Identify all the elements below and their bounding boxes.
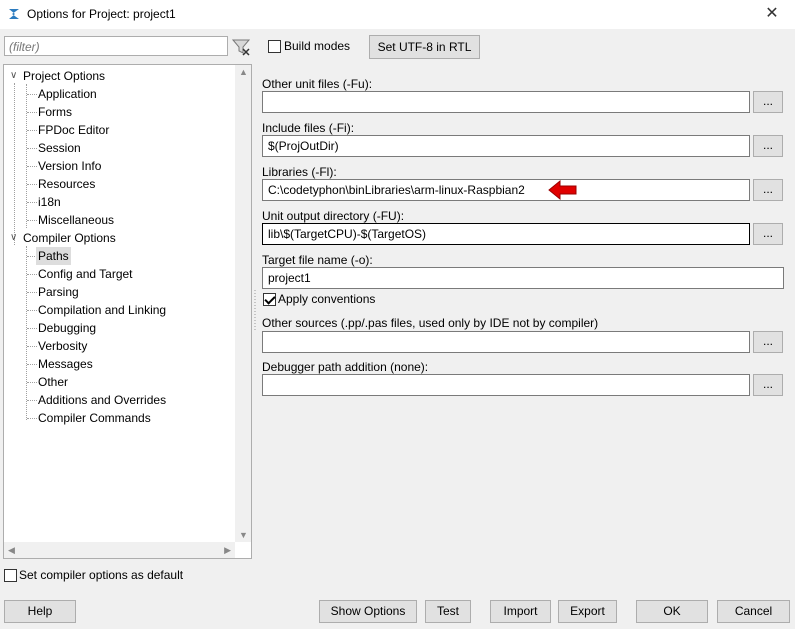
- tree-item-parsing[interactable]: Parsing: [38, 283, 79, 301]
- scroll-left-icon[interactable]: ◀: [8, 545, 15, 556]
- tree-connector: [27, 112, 37, 113]
- tree-connector: [27, 346, 37, 347]
- tree-item-additions-and-overrides[interactable]: Additions and Overrides: [38, 391, 166, 409]
- collapse-icon[interactable]: ∨: [10, 71, 19, 81]
- title-bar: Options for Project: project1 ✕: [0, 0, 795, 29]
- tree-item-miscellaneous[interactable]: Miscellaneous: [38, 211, 114, 229]
- ok-button[interactable]: OK: [636, 600, 708, 623]
- tree-vertical-scrollbar[interactable]: ▲ ▼: [235, 65, 251, 542]
- tree-connector: [27, 310, 37, 311]
- other-unit-files-label: Other unit files (-Fu):: [262, 77, 373, 91]
- unit-output-directory-browse-button[interactable]: ...: [753, 223, 783, 245]
- other-sources-label: Other sources (.pp/.pas files, used only…: [262, 316, 599, 330]
- debugger-path-field[interactable]: [262, 374, 750, 396]
- scroll-right-icon[interactable]: ▶: [224, 545, 231, 556]
- cancel-button[interactable]: Cancel: [717, 600, 790, 623]
- help-button[interactable]: Help: [4, 600, 76, 623]
- filter-input[interactable]: (filter): [4, 36, 228, 56]
- app-icon: [9, 9, 19, 19]
- libraries-label: Libraries (-Fl):: [262, 165, 337, 179]
- set-default-checkbox[interactable]: [4, 569, 17, 582]
- include-files-field[interactable]: $(ProjOutDir): [262, 135, 750, 157]
- clear-filter-icon[interactable]: [230, 36, 252, 58]
- tree-connector: [27, 94, 37, 95]
- show-options-button[interactable]: Show Options: [319, 600, 417, 623]
- tree-item-debugging[interactable]: Debugging: [38, 319, 96, 337]
- test-button[interactable]: Test: [425, 600, 471, 623]
- options-tree[interactable]: ∨ Project Options Application Forms FPDo…: [3, 64, 252, 559]
- tree-connector: [26, 246, 27, 420]
- apply-conventions-label: Apply conventions: [278, 292, 376, 306]
- tree-item-messages[interactable]: Messages: [38, 355, 93, 373]
- include-files-browse-button[interactable]: ...: [753, 135, 783, 157]
- tree-connector: [27, 382, 37, 383]
- target-file-name-field[interactable]: project1: [262, 267, 784, 289]
- set-default-label: Set compiler options as default: [19, 568, 184, 582]
- tree-item-verbosity[interactable]: Verbosity: [38, 337, 87, 355]
- unit-output-directory-label: Unit output directory (-FU):: [262, 209, 405, 223]
- tree-connector: [27, 202, 37, 203]
- libraries-field[interactable]: C:\codetyphon\binLibraries\arm-linux-Ras…: [262, 179, 750, 201]
- tree-item-i18n[interactable]: i18n: [38, 193, 61, 211]
- tree-item-other[interactable]: Other: [38, 373, 68, 391]
- other-unit-files-field[interactable]: [262, 91, 750, 113]
- other-unit-files-browse-button[interactable]: ...: [753, 91, 783, 113]
- splitter-grip[interactable]: [254, 290, 256, 330]
- export-button[interactable]: Export: [558, 600, 617, 623]
- tree-connector: [14, 83, 15, 245]
- tree-connector: [27, 418, 37, 419]
- window-title: Options for Project: project1: [27, 7, 176, 21]
- tree-item-paths[interactable]: Paths: [36, 247, 71, 265]
- tree-item-compiler-commands[interactable]: Compiler Commands: [38, 409, 151, 427]
- tree-item-fpdoc-editor[interactable]: FPDoc Editor: [38, 121, 109, 139]
- apply-conventions-checkbox[interactable]: [263, 293, 276, 306]
- tree-item-application[interactable]: Application: [38, 85, 97, 103]
- scroll-down-icon[interactable]: ▼: [239, 530, 248, 540]
- unit-output-directory-field[interactable]: lib\$(TargetCPU)-$(TargetOS): [262, 223, 750, 245]
- include-files-label: Include files (-Fi):: [262, 121, 355, 135]
- tree-item-resources[interactable]: Resources: [38, 175, 95, 193]
- set-utf8-button[interactable]: Set UTF-8 in RTL: [369, 35, 480, 59]
- debugger-path-label: Debugger path addition (none):: [262, 360, 429, 374]
- tree-connector: [27, 166, 37, 167]
- tree-connector: [27, 274, 37, 275]
- tree-group-project-options[interactable]: Project Options: [23, 67, 105, 85]
- other-sources-browse-button[interactable]: ...: [753, 331, 783, 353]
- tree-connector: [27, 130, 37, 131]
- tree-connector: [27, 184, 37, 185]
- debugger-path-browse-button[interactable]: ...: [753, 374, 783, 396]
- tree-connector: [27, 400, 37, 401]
- tree-connector: [27, 292, 37, 293]
- tree-item-forms[interactable]: Forms: [38, 103, 72, 121]
- collapse-icon[interactable]: ∨: [10, 233, 19, 243]
- tree-item-compilation-and-linking[interactable]: Compilation and Linking: [38, 301, 166, 319]
- libraries-browse-button[interactable]: ...: [753, 179, 783, 201]
- tree-connector: [27, 220, 37, 221]
- tree-connector: [26, 84, 27, 228]
- tree-connector: [27, 328, 37, 329]
- other-sources-field[interactable]: [262, 331, 750, 353]
- import-button[interactable]: Import: [490, 600, 551, 623]
- tree-item-config-and-target[interactable]: Config and Target: [38, 265, 133, 283]
- target-file-name-label: Target file name (-o):: [262, 253, 373, 267]
- build-modes-label: Build modes: [284, 39, 351, 53]
- tree-item-session[interactable]: Session: [38, 139, 81, 157]
- tree-group-compiler-options[interactable]: Compiler Options: [23, 229, 116, 247]
- build-modes-checkbox[interactable]: [268, 40, 281, 53]
- close-button[interactable]: ✕: [749, 0, 795, 29]
- tree-connector: [27, 148, 37, 149]
- tree-item-version-info[interactable]: Version Info: [38, 157, 101, 175]
- red-arrow-annotation-icon: [548, 179, 577, 201]
- tree-connector: [27, 364, 37, 365]
- scroll-up-icon[interactable]: ▲: [239, 67, 248, 77]
- tree-horizontal-scrollbar[interactable]: ◀ ▶: [4, 542, 235, 558]
